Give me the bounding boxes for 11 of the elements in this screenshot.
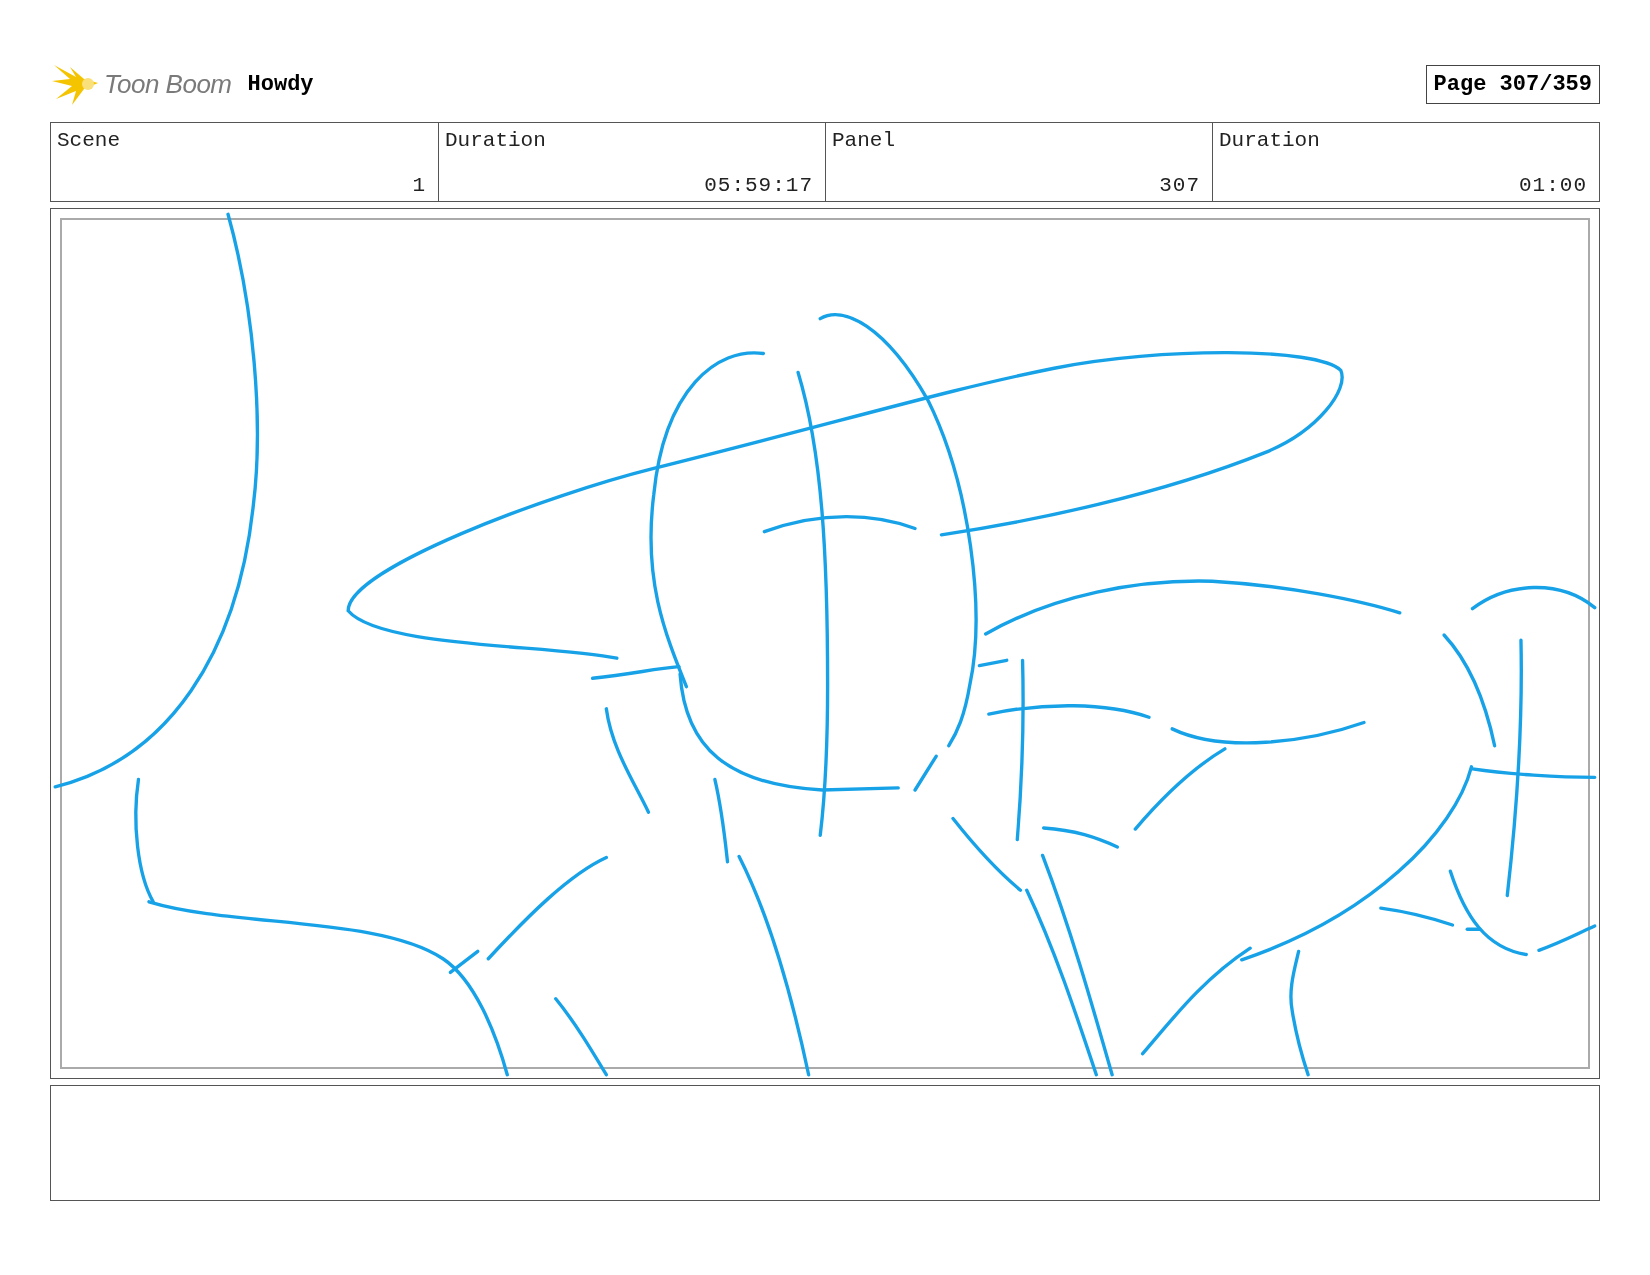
page-number: Page 307/359	[1425, 64, 1600, 104]
field-value: 1	[412, 174, 426, 197]
field-label: Panel	[832, 129, 896, 152]
field-value: 05:59:17	[704, 174, 813, 197]
field-label: Duration	[445, 129, 547, 152]
field-value: 01:00	[1519, 174, 1587, 197]
logo-text: Toon Boom	[104, 68, 232, 100]
field-label: Duration	[1219, 129, 1321, 152]
field-label: Scene	[57, 129, 121, 152]
project-title: Howdy	[247, 71, 314, 97]
field-value: 307	[1159, 174, 1200, 197]
